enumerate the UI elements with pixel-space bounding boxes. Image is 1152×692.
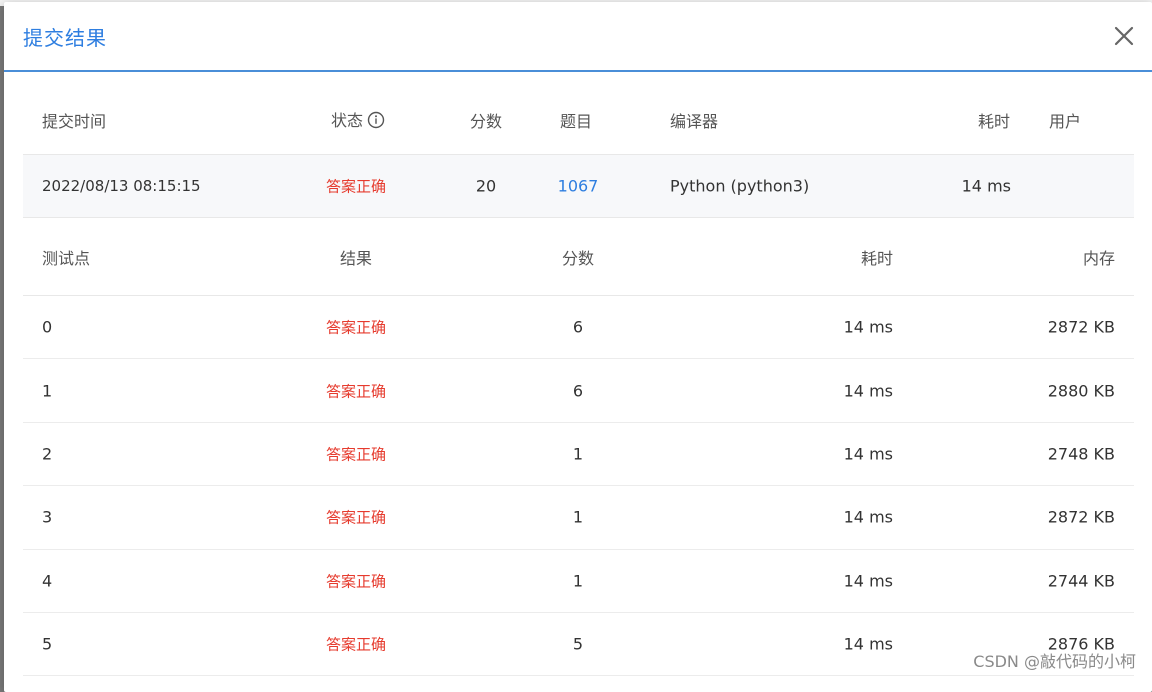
case-id: 0 (42, 318, 52, 337)
case-id: 2 (42, 444, 52, 463)
col-header-case-score: 分数 (562, 245, 594, 269)
case-score: 6 (573, 381, 583, 400)
summary-row: 2022/08/13 08:15:15 答案正确 20 1067 Python … (23, 154, 1134, 218)
detail-table-header: 测试点 结果 分数 耗时 内存 (23, 218, 1134, 296)
case-memory: 2872 KB (1048, 318, 1115, 337)
submission-result-dialog: 提交结果 提交时间 状态 分数 题目 编译器 耗时 用户 2022/08/13 … (4, 2, 1152, 692)
info-icon[interactable] (367, 111, 385, 133)
table-row: 4 答案正确 1 14 ms 2744 KB (23, 550, 1134, 613)
dialog-title: 提交结果 (23, 22, 107, 51)
submit-score: 20 (476, 177, 496, 196)
case-score: 5 (573, 635, 583, 654)
submit-status: 答案正确 (326, 176, 386, 197)
case-result: 答案正确 (326, 380, 386, 401)
table-row: 1 答案正确 6 14 ms 2880 KB (23, 359, 1134, 422)
col-header-user: 用户 (1049, 108, 1081, 132)
detail-table-body: 0 答案正确 6 14 ms 2872 KB 1 答案正确 6 14 ms 28… (23, 296, 1134, 676)
case-result: 答案正确 (326, 317, 386, 338)
submit-time: 2022/08/13 08:15:15 (42, 177, 201, 195)
close-icon (1112, 24, 1136, 48)
dialog-body: 提交时间 状态 分数 题目 编译器 耗时 用户 2022/08/13 08:15… (23, 86, 1134, 676)
case-id: 5 (42, 635, 52, 654)
case-result: 答案正确 (326, 634, 386, 655)
case-id: 3 (42, 508, 52, 527)
col-header-duration: 耗时 (978, 108, 1010, 132)
problem-link[interactable]: 1067 (558, 177, 599, 196)
col-header-case-duration: 耗时 (861, 245, 893, 269)
case-result: 答案正确 (326, 443, 386, 464)
case-score: 1 (573, 444, 583, 463)
col-header-compiler: 编译器 (670, 108, 718, 132)
table-row: 3 答案正确 1 14 ms 2872 KB (23, 486, 1134, 549)
col-header-time: 提交时间 (42, 108, 106, 132)
table-row: 2 答案正确 1 14 ms 2748 KB (23, 423, 1134, 486)
col-header-status: 状态 (331, 107, 385, 133)
table-row: 0 答案正确 6 14 ms 2872 KB (23, 296, 1134, 359)
watermark: CSDN @敲代码的小柯 (973, 648, 1136, 672)
col-header-case: 测试点 (42, 245, 90, 269)
close-button[interactable] (1112, 24, 1136, 48)
case-duration: 14 ms (844, 318, 893, 337)
case-score: 6 (573, 318, 583, 337)
case-score: 1 (573, 508, 583, 527)
case-id: 1 (42, 381, 52, 400)
case-memory: 2748 KB (1048, 444, 1115, 463)
case-duration: 14 ms (844, 571, 893, 590)
col-header-memory: 内存 (1083, 245, 1115, 269)
case-id: 4 (42, 571, 52, 590)
case-result: 答案正确 (326, 570, 386, 591)
table-row: 5 答案正确 5 14 ms 2876 KB (23, 613, 1134, 676)
case-result: 答案正确 (326, 507, 386, 528)
col-header-status-label: 状态 (331, 111, 363, 130)
col-header-result: 结果 (340, 245, 372, 269)
col-header-problem: 题目 (560, 108, 592, 132)
case-memory: 2744 KB (1048, 571, 1115, 590)
case-score: 1 (573, 571, 583, 590)
case-duration: 14 ms (844, 444, 893, 463)
submit-duration: 14 ms (962, 177, 1011, 196)
compiler-name: Python (python3) (670, 177, 809, 196)
case-duration: 14 ms (844, 635, 893, 654)
case-memory: 2872 KB (1048, 508, 1115, 527)
summary-table-header: 提交时间 状态 分数 题目 编译器 耗时 用户 (23, 86, 1134, 154)
dialog-header: 提交结果 (4, 2, 1152, 72)
case-duration: 14 ms (844, 381, 893, 400)
case-duration: 14 ms (844, 508, 893, 527)
col-header-score: 分数 (470, 108, 502, 132)
case-memory: 2880 KB (1048, 381, 1115, 400)
